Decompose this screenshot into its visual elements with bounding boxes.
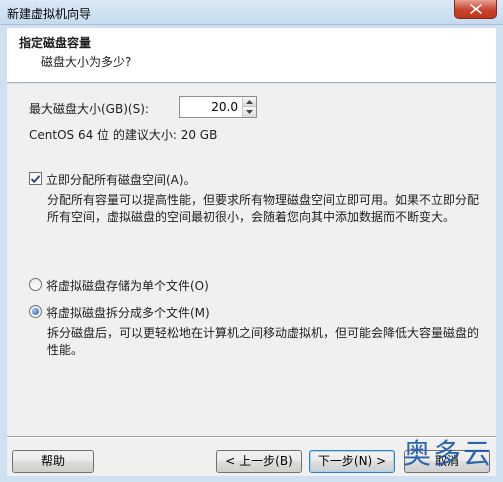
spinner-down-button[interactable] bbox=[243, 107, 256, 117]
disk-size-spinner[interactable] bbox=[179, 96, 257, 118]
multi-file-description: 拆分磁盘后，可以更轻松地在计算机之间移动虚拟机，但可能会降低大容量磁盘的 性能。 bbox=[47, 325, 479, 359]
checkmark-icon bbox=[31, 174, 40, 183]
help-button[interactable]: 帮助 bbox=[12, 450, 94, 473]
multi-file-radio[interactable] bbox=[29, 305, 42, 318]
multi-description-line-1: 拆分磁盘后，可以更轻松地在计算机之间移动虚拟机，但可能会降低大容量磁盘的 bbox=[47, 326, 480, 340]
single-file-radio[interactable] bbox=[29, 278, 42, 291]
disk-size-input[interactable] bbox=[180, 97, 242, 117]
title-bar: 新建虚拟机向导 bbox=[0, 0, 503, 25]
multi-file-label[interactable]: 将虚拟磁盘拆分成多个文件(M) bbox=[46, 304, 210, 321]
page-title: 指定磁盘容量 bbox=[19, 36, 92, 50]
disk-size-label: 最大磁盘大小(GB)(S): bbox=[29, 102, 149, 116]
chevron-up-icon bbox=[246, 99, 253, 104]
allocate-now-checkbox[interactable] bbox=[29, 172, 42, 185]
recommended-size-text: CentOS 64 位 的建议大小: 20 GB bbox=[29, 128, 218, 142]
back-button[interactable]: < 上一步(B) bbox=[216, 450, 302, 473]
wizard-header: 指定磁盘容量 磁盘大小为多少? bbox=[7, 28, 496, 83]
radio-selected-dot bbox=[32, 308, 39, 315]
allocate-description-line-2: 所有空间，虚拟磁盘的空间最初很小，会随着您向其中添加数据而不断变大。 bbox=[47, 210, 456, 224]
close-icon bbox=[469, 4, 482, 14]
spinner-arrows bbox=[242, 97, 256, 117]
allocate-now-description: 分配所有容量可以提高性能，但要求所有物理磁盘空间立即可用。如果不立即分配 所有空… bbox=[47, 192, 479, 226]
watermark-logo: 奥多云 bbox=[402, 437, 493, 470]
multi-description-line-2: 性能。 bbox=[47, 343, 84, 357]
next-button[interactable]: 下一步(N) > bbox=[309, 450, 395, 473]
close-button[interactable] bbox=[454, 0, 497, 19]
window-title: 新建虚拟机向导 bbox=[7, 7, 92, 21]
spinner-up-button[interactable] bbox=[243, 97, 256, 107]
chevron-down-icon bbox=[246, 110, 253, 114]
allocate-now-label[interactable]: 立即分配所有磁盘空间(A)。 bbox=[46, 171, 196, 188]
allocate-description-line-1: 分配所有容量可以提高性能，但要求所有物理磁盘空间立即可用。如果不立即分配 bbox=[47, 193, 480, 207]
single-file-label[interactable]: 将虚拟磁盘存储为单个文件(O) bbox=[46, 277, 209, 294]
page-subtitle: 磁盘大小为多少? bbox=[41, 55, 132, 69]
